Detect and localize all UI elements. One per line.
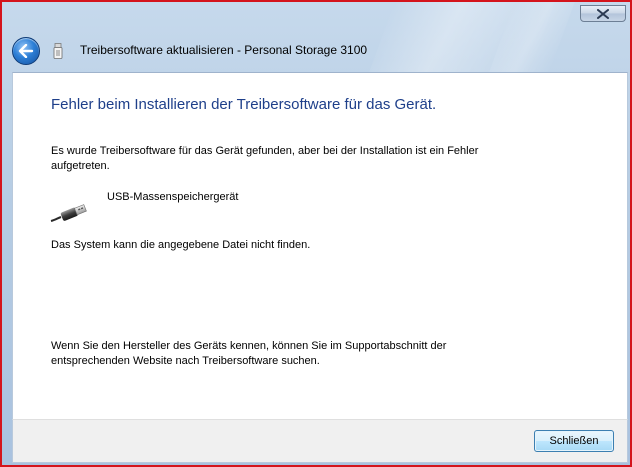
close-icon — [597, 8, 609, 19]
back-arrow-icon — [18, 44, 34, 58]
page-heading: Fehler beim Installieren der Treibersoft… — [51, 96, 437, 113]
content-panel: Fehler beim Installieren der Treibersoft… — [12, 72, 628, 419]
hint-text: Wenn Sie den Hersteller des Geräts kenne… — [51, 340, 447, 367]
intro-text: Es wurde Treibersoftware für das Gerät g… — [51, 145, 479, 172]
close-button[interactable]: Schließen — [534, 430, 614, 452]
window-close-button[interactable] — [580, 5, 626, 22]
back-button[interactable] — [12, 37, 40, 65]
usb-drive-icon — [53, 43, 63, 59]
device-name: USB-Massenspeichergerät — [107, 191, 239, 203]
dialog-footer: Schließen — [12, 419, 628, 463]
usb-plug-icon — [50, 204, 87, 222]
error-message: Das System kann die angegebene Datei nic… — [51, 239, 311, 251]
window-title: Treibersoftware aktualisieren - Personal… — [80, 43, 368, 57]
dialog-window: Treibersoftware aktualisieren - Personal… — [0, 0, 632, 467]
